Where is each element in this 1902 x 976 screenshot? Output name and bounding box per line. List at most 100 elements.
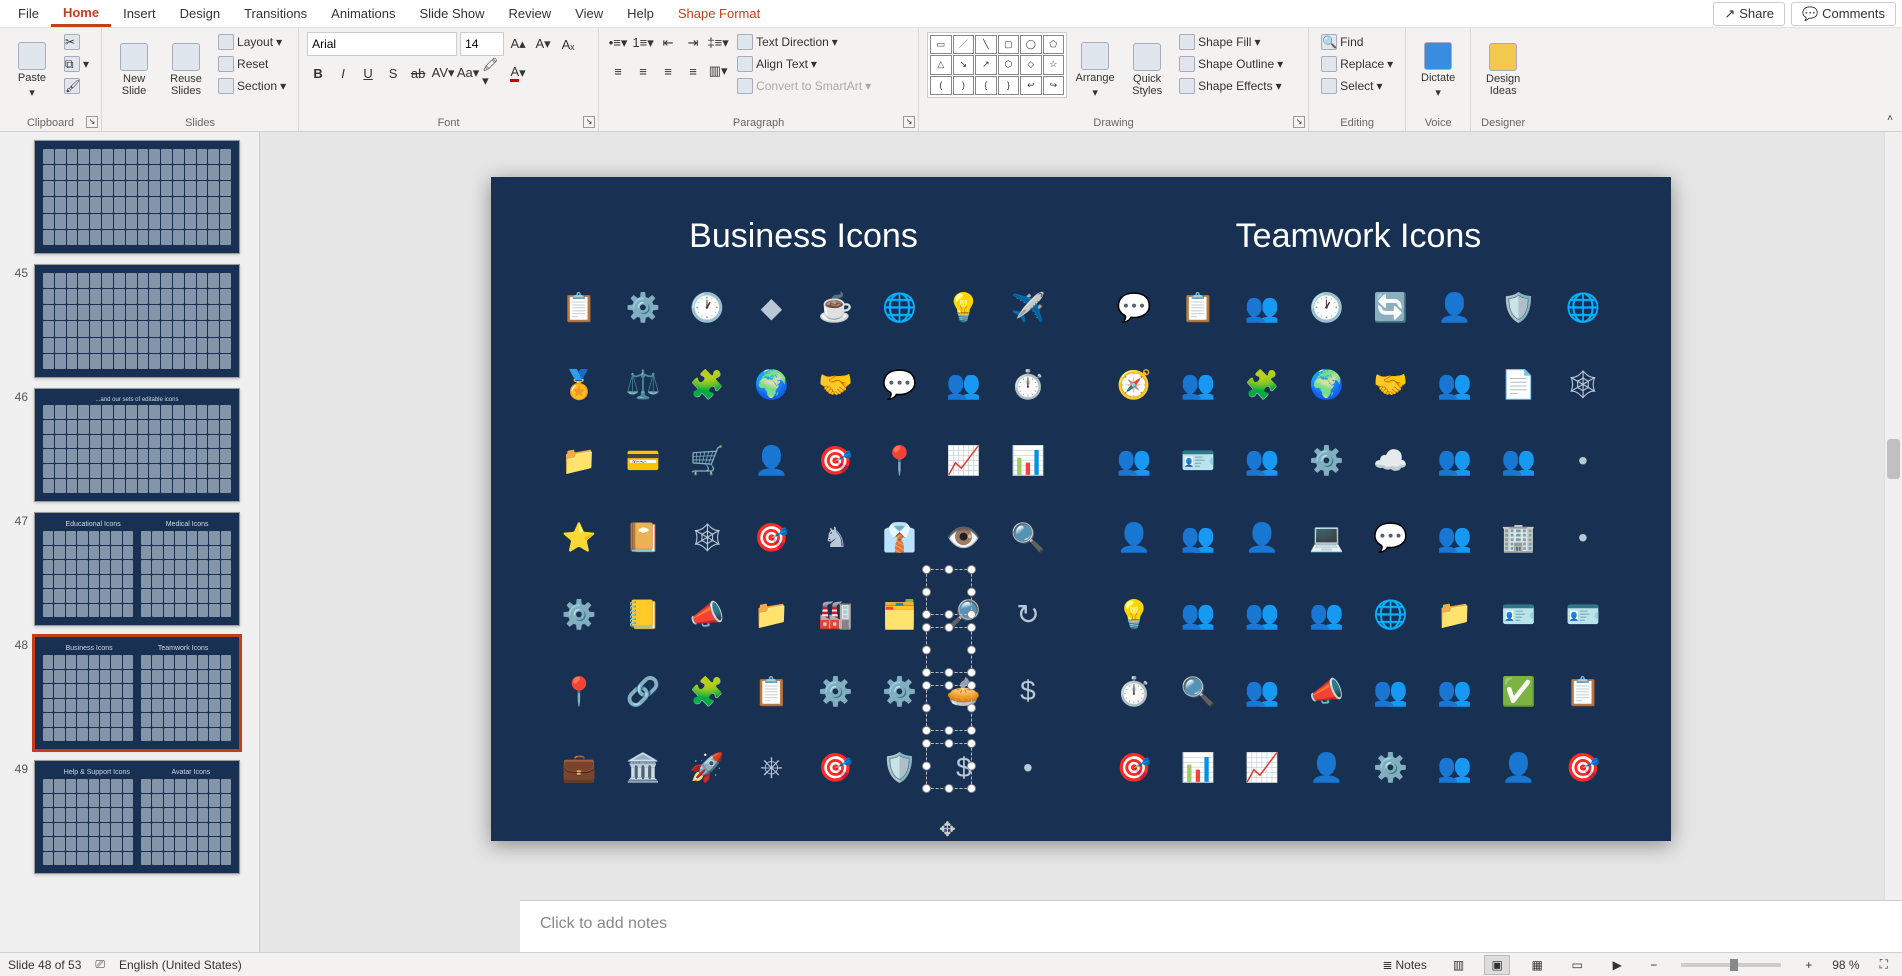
- slide-icon[interactable]: 📁: [551, 428, 607, 495]
- current-slide[interactable]: Business Icons 📋⚙️🕐◆☕🌐💡✈️🏅⚖️🧩🌍🤝💬👥⏱️📁💳🛒👤🎯…: [491, 177, 1671, 841]
- slide-icon[interactable]: ⚙️: [808, 658, 864, 725]
- section-button[interactable]: Section▾: [214, 76, 290, 96]
- comments-button[interactable]: 💬Comments: [1791, 2, 1896, 26]
- tab-slideshow[interactable]: Slide Show: [407, 2, 496, 25]
- slide-icon[interactable]: 🪪: [1491, 581, 1547, 648]
- slide-icon[interactable]: 👤: [1106, 504, 1162, 571]
- clipboard-dialog-launcher[interactable]: ↘: [86, 116, 98, 128]
- slide-icon[interactable]: 📔: [615, 504, 671, 571]
- slide-icon[interactable]: ⏱️: [1000, 351, 1056, 418]
- italic-button[interactable]: I: [332, 62, 354, 84]
- slide-icon[interactable]: 📈: [936, 428, 992, 495]
- slide-icon[interactable]: 👥: [1427, 428, 1483, 495]
- slide-icon[interactable]: 🌐: [872, 274, 928, 341]
- display-settings-button[interactable]: ▥: [1447, 958, 1470, 972]
- collapse-ribbon-button[interactable]: ˄: [1882, 113, 1898, 129]
- slide-icon[interactable]: 👤: [1298, 734, 1354, 801]
- shape-selection-2[interactable]: [926, 627, 972, 673]
- slide-icon[interactable]: 🎯: [1555, 734, 1611, 801]
- slide-icon[interactable]: ⚙️: [1298, 428, 1354, 495]
- slide-icon[interactable]: 🚀: [679, 734, 735, 801]
- slide-icon[interactable]: 🎯: [808, 734, 864, 801]
- slide-icon[interactable]: 👥: [936, 351, 992, 418]
- slide-icon[interactable]: 🧩: [679, 351, 735, 418]
- slide-counter[interactable]: Slide 48 of 53: [8, 958, 81, 972]
- notes-toggle[interactable]: ≣ Notes: [1376, 958, 1432, 972]
- slide-icon[interactable]: 🎯: [743, 504, 799, 571]
- slide-icon[interactable]: ⚙️: [872, 658, 928, 725]
- slide-icon[interactable]: 📊: [1000, 428, 1056, 495]
- tab-help[interactable]: Help: [615, 2, 666, 25]
- slide-icon[interactable]: 🎯: [808, 428, 864, 495]
- slide-icon[interactable]: 💬: [1106, 274, 1162, 341]
- tab-home[interactable]: Home: [51, 1, 111, 27]
- slide-canvas[interactable]: Business Icons 📋⚙️🕐◆☕🌐💡✈️🏅⚖️🧩🌍🤝💬👥⏱️📁💳🛒👤🎯…: [260, 132, 1902, 952]
- slide-icon[interactable]: ♞: [808, 504, 864, 571]
- change-case-button[interactable]: Aa▾: [457, 62, 479, 84]
- font-color-button[interactable]: A▾: [507, 62, 529, 84]
- slide-icon[interactable]: 👥: [1363, 658, 1419, 725]
- char-spacing-button[interactable]: AV▾: [432, 62, 454, 84]
- new-slide-button[interactable]: New Slide: [110, 32, 158, 108]
- slide-icon[interactable]: 💳: [615, 428, 671, 495]
- dictate-button[interactable]: Dictate▾: [1414, 32, 1462, 108]
- slide-icon[interactable]: 👥: [1170, 581, 1226, 648]
- slide-icon[interactable]: 💻: [1298, 504, 1354, 571]
- copy-button[interactable]: ⧉▾: [60, 54, 93, 74]
- slide-icon[interactable]: 🎯: [1106, 734, 1162, 801]
- reset-button[interactable]: Reset: [214, 54, 290, 74]
- slide-icon[interactable]: 💬: [872, 351, 928, 418]
- slide-icon[interactable]: ⚙️: [551, 581, 607, 648]
- slide-icon[interactable]: 👤: [1427, 274, 1483, 341]
- slide-icon[interactable]: ⚙️: [1363, 734, 1419, 801]
- thumbnail-47[interactable]: 47 Educational IconsMedical Icons: [0, 510, 259, 634]
- slide-icon[interactable]: ⎈: [743, 734, 799, 801]
- font-name-input[interactable]: [307, 32, 457, 56]
- layout-button[interactable]: Layout▾: [214, 32, 290, 52]
- vertical-scrollbar[interactable]: [1884, 132, 1902, 900]
- slide-icon[interactable]: 👥: [1106, 428, 1162, 495]
- shadow-button[interactable]: S: [382, 62, 404, 84]
- slide-icon[interactable]: 📋: [1170, 274, 1226, 341]
- highlight-button[interactable]: 🖍▾: [482, 62, 504, 84]
- zoom-out-button[interactable]: −: [1644, 958, 1663, 972]
- shape-selection-3[interactable]: [926, 685, 972, 731]
- tab-file[interactable]: File: [6, 2, 51, 25]
- slide-icon[interactable]: 👥: [1427, 504, 1483, 571]
- slide-icon[interactable]: 👥: [1491, 428, 1547, 495]
- slide-icon[interactable]: 👥: [1234, 428, 1290, 495]
- increase-indent-button[interactable]: ⇥: [682, 32, 704, 54]
- slide-icon[interactable]: 👥: [1427, 734, 1483, 801]
- text-direction-button[interactable]: Text Direction▾: [733, 32, 875, 52]
- slide-icon[interactable]: 📍: [872, 428, 928, 495]
- align-center-button[interactable]: ≡: [632, 60, 654, 82]
- convert-smartart-button[interactable]: Convert to SmartArt▾: [733, 76, 875, 96]
- slide-icon[interactable]: 🔄: [1363, 274, 1419, 341]
- align-right-button[interactable]: ≡: [657, 60, 679, 82]
- slide-icon[interactable]: 🏛️: [615, 734, 671, 801]
- slide-icon[interactable]: 👁️: [936, 504, 992, 571]
- thumbnail-44[interactable]: [0, 138, 259, 262]
- slide-icon[interactable]: 🪪: [1170, 428, 1226, 495]
- slide-icon[interactable]: 📋: [743, 658, 799, 725]
- slide-icon[interactable]: ↻: [1000, 581, 1056, 648]
- slide-icon[interactable]: ⚖️: [615, 351, 671, 418]
- slide-icon[interactable]: 🏅: [551, 351, 607, 418]
- shape-fill-button[interactable]: Shape Fill▾: [1175, 32, 1287, 52]
- tab-review[interactable]: Review: [497, 2, 564, 25]
- slide-icon[interactable]: 📁: [743, 581, 799, 648]
- drawing-dialog-launcher[interactable]: ↘: [1293, 116, 1305, 128]
- tab-insert[interactable]: Insert: [111, 2, 168, 25]
- select-button[interactable]: Select▾: [1317, 76, 1397, 96]
- bold-button[interactable]: B: [307, 62, 329, 84]
- slide-icon[interactable]: 🤝: [808, 351, 864, 418]
- slide-icon[interactable]: 🏭: [808, 581, 864, 648]
- slide-icon[interactable]: 🧭: [1106, 351, 1162, 418]
- replace-button[interactable]: Replace▾: [1317, 54, 1397, 74]
- language-status[interactable]: English (United States): [119, 958, 242, 972]
- slide-icon[interactable]: 💡: [1106, 581, 1162, 648]
- slide-icon[interactable]: 💼: [551, 734, 607, 801]
- slide-icon[interactable]: 👥: [1234, 274, 1290, 341]
- shapes-gallery[interactable]: ▭／╲▢◯⬠ △↘↗⬡◇☆ (){}↩↪: [927, 32, 1067, 98]
- arrange-button[interactable]: Arrange▾: [1071, 32, 1119, 108]
